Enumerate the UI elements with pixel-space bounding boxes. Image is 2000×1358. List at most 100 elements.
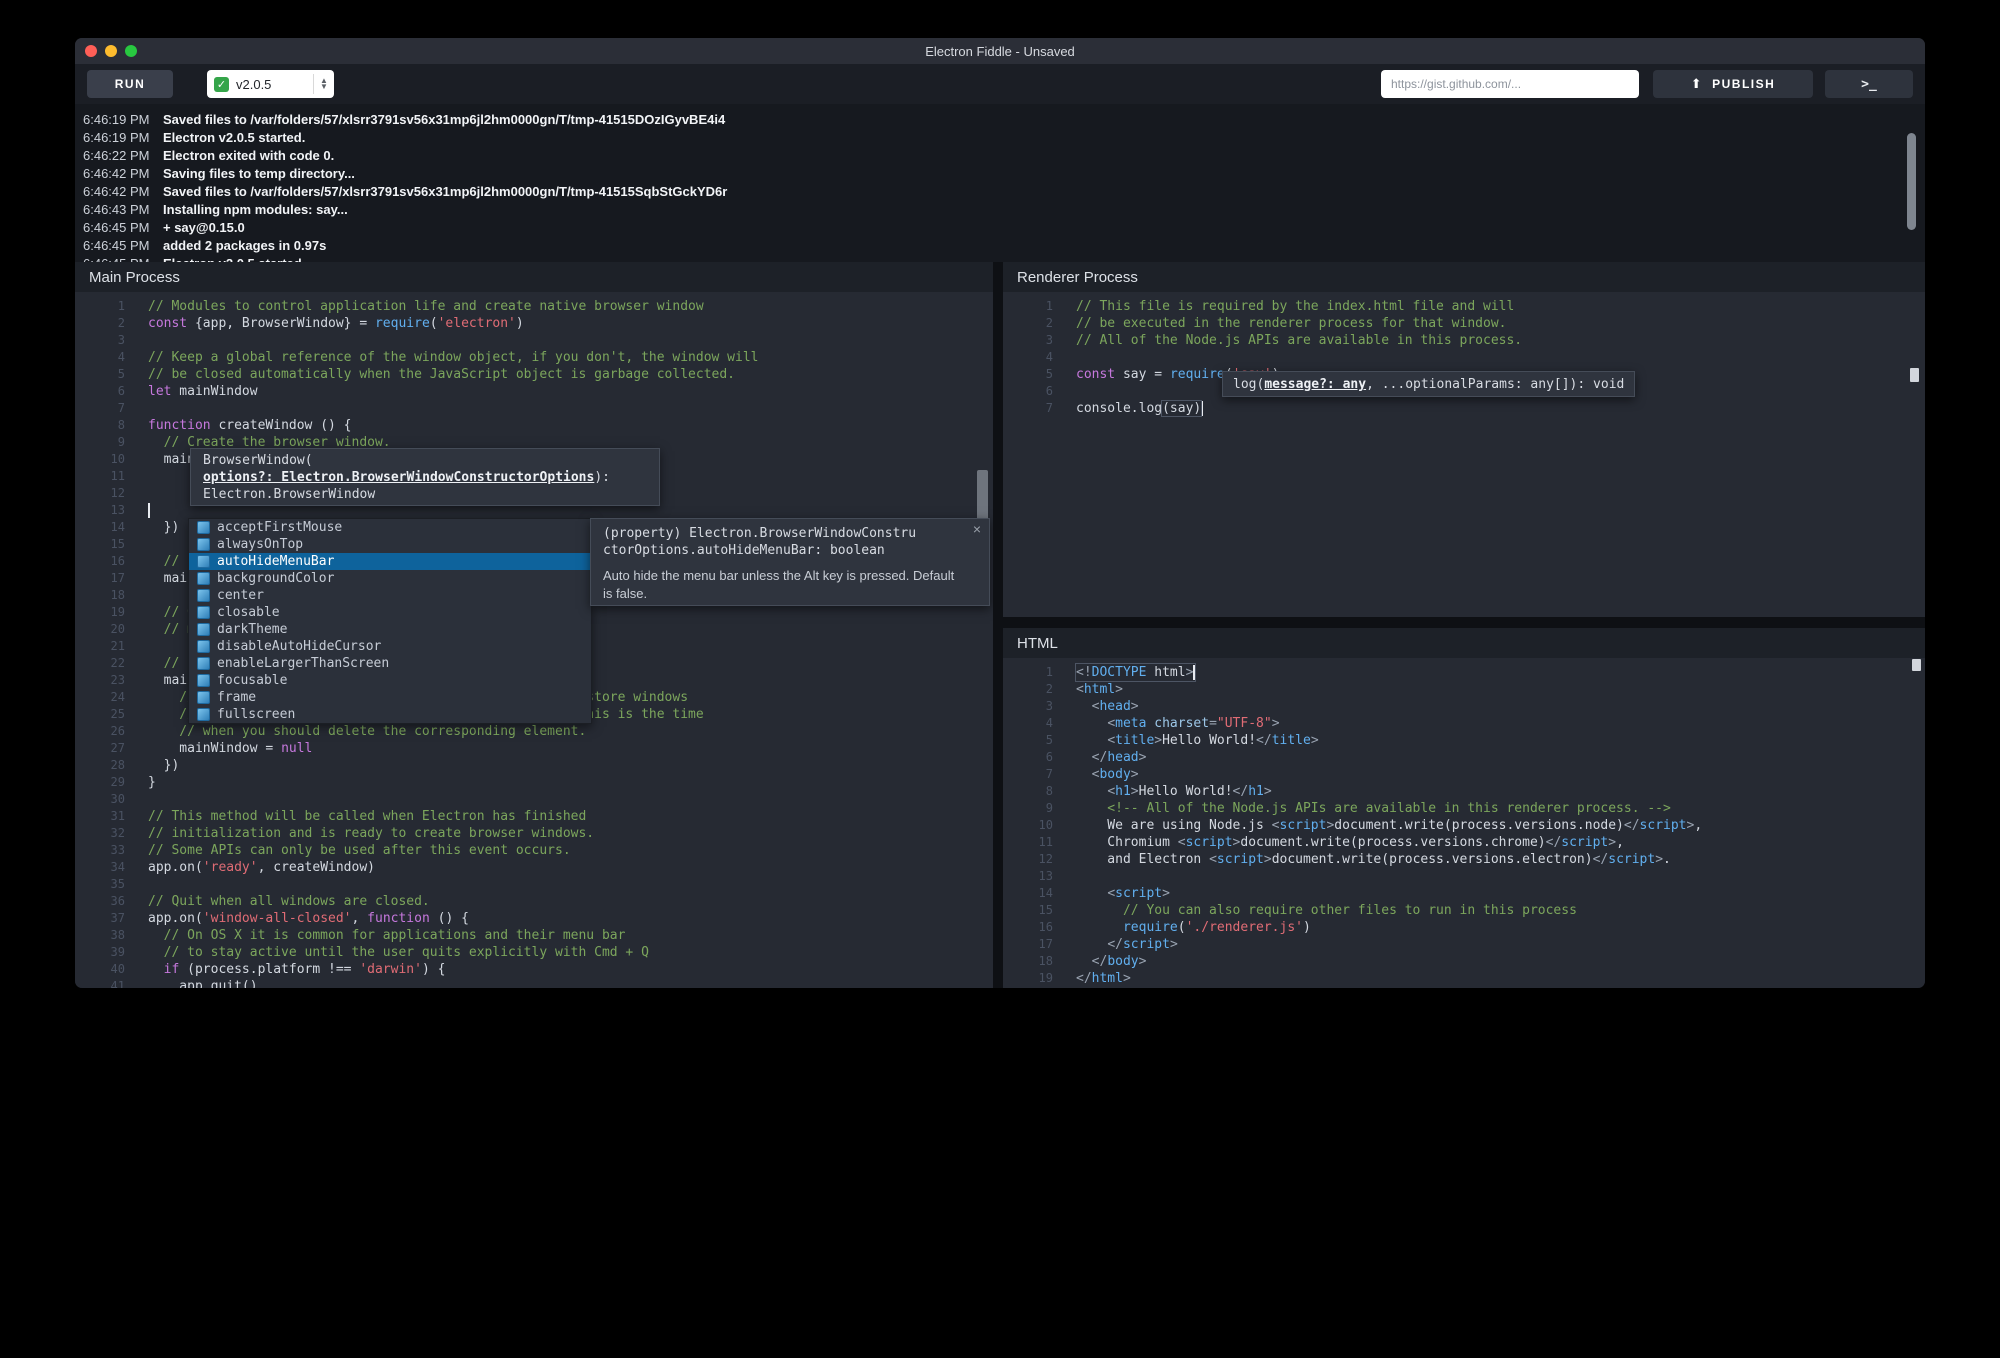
- close-window-button[interactable]: [85, 45, 97, 57]
- main-process-pane: Main Process 1// Modules to control appl…: [75, 262, 993, 988]
- traffic-lights: [85, 45, 137, 57]
- html-pane-title: HTML: [1017, 635, 1058, 652]
- suggest-item-label: alwaysOnTop: [217, 537, 303, 552]
- renderer-process-editor[interactable]: 1// This file is required by the index.h…: [1003, 292, 1925, 417]
- suggest-item[interactable]: autoHideMenuBar: [189, 553, 591, 570]
- suggest-item[interactable]: backgroundColor: [189, 570, 591, 587]
- line-number: 33: [75, 842, 125, 859]
- code-line: 14 <script>: [1003, 885, 1925, 902]
- line-number: 7: [1003, 400, 1053, 417]
- code-line: 1// Modules to control application life …: [75, 298, 993, 315]
- suggest-item[interactable]: closable: [189, 604, 591, 621]
- code-line: 3 <head>: [1003, 698, 1925, 715]
- version-select[interactable]: ✓ v2.0.5 ▲▼: [207, 70, 334, 98]
- line-number: 39: [75, 944, 125, 961]
- hover-suffix: , ...optionalParams: any[]): void: [1366, 377, 1624, 392]
- overview-ruler-marker: [1910, 368, 1919, 382]
- signature-line-1: BrowserWindow(: [203, 452, 659, 469]
- code-line: 40 if (process.platform !== 'darwin') {: [75, 961, 993, 978]
- suggest-item[interactable]: alwaysOnTop: [189, 536, 591, 553]
- version-label: v2.0.5: [229, 77, 313, 92]
- code-line: 11 Chromium <script>document.write(proce…: [1003, 834, 1925, 851]
- code-line: 10 We are using Node.js <script>document…: [1003, 817, 1925, 834]
- code-line: 16 require('./renderer.js'): [1003, 919, 1925, 936]
- line-number: 13: [75, 502, 125, 519]
- suggest-item[interactable]: focusable: [189, 672, 591, 689]
- property-icon: [197, 657, 210, 670]
- suggest-item-label: darkTheme: [217, 622, 287, 637]
- console-line: 6:46:42 PMSaving files to temp directory…: [83, 165, 1925, 183]
- suggest-item-label: fullscreen: [217, 707, 295, 722]
- signature-help-popup: BrowserWindow( options?: Electron.Browse…: [190, 448, 660, 506]
- line-number: 1: [1003, 298, 1053, 315]
- line-number: 18: [75, 587, 125, 604]
- console-timestamp: 6:46:19 PM: [83, 129, 163, 147]
- suggest-item-label: closable: [217, 605, 280, 620]
- editors-area: Main Process 1// Modules to control appl…: [75, 262, 1925, 988]
- line-number: 12: [1003, 851, 1053, 868]
- line-number: 32: [75, 825, 125, 842]
- code-line: 33// Some APIs can only be used after th…: [75, 842, 993, 859]
- suggest-item[interactable]: frame: [189, 689, 591, 706]
- code-line: 9 <!-- All of the Node.js APIs are avail…: [1003, 800, 1925, 817]
- autocomplete-doc-tooltip: (property) Electron.BrowserWindowConstru…: [590, 518, 990, 606]
- property-icon: [197, 538, 210, 551]
- doc-code-line-2: ctorOptions.autoHideMenuBar: boolean: [603, 542, 977, 559]
- signature-after-param: ):: [594, 470, 610, 485]
- close-icon[interactable]: ×: [973, 521, 981, 537]
- line-number: 7: [75, 400, 125, 417]
- console-message: Electron v2.0.5 started.: [163, 129, 305, 147]
- zoom-window-button[interactable]: [125, 45, 137, 57]
- gist-url-input[interactable]: [1381, 70, 1639, 98]
- autocomplete-list: acceptFirstMouse alwaysOnTopautoHideMenuB…: [188, 518, 592, 724]
- code-line: 1<!DOCTYPE html>: [1003, 664, 1925, 681]
- line-number: 12: [75, 485, 125, 502]
- line-number: 3: [75, 332, 125, 349]
- console-message: + say@0.15.0: [163, 219, 245, 237]
- suggest-item[interactable]: darkTheme: [189, 621, 591, 638]
- code-line: 37app.on('window-all-closed', function (…: [75, 910, 993, 927]
- html-editor[interactable]: 1<!DOCTYPE html>2<html>3 <head>4 <meta c…: [1003, 658, 1925, 987]
- suggest-item-label: focusable: [217, 673, 287, 688]
- suggest-item-label: disableAutoHideCursor: [217, 639, 381, 654]
- suggest-item[interactable]: fullscreen: [189, 706, 591, 723]
- code-line: 3: [75, 332, 993, 349]
- line-number: 3: [1003, 698, 1053, 715]
- code-line: 17 </script>: [1003, 936, 1925, 953]
- suggest-item-label: backgroundColor: [217, 571, 334, 586]
- suggest-item[interactable]: enableLargerThanScreen: [189, 655, 591, 672]
- code-line: 12 and Electron <script>document.write(p…: [1003, 851, 1925, 868]
- console-scrollbar[interactable]: [1907, 133, 1916, 230]
- upload-icon: ⬆: [1691, 76, 1703, 92]
- line-number: 4: [1003, 349, 1053, 366]
- code-line: 6let mainWindow: [75, 383, 993, 400]
- line-number: 2: [75, 315, 125, 332]
- console-line: 6:46:22 PMElectron exited with code 0.: [83, 147, 1925, 165]
- code-line: 41 app.quit(): [75, 978, 993, 988]
- window-title: Electron Fiddle - Unsaved: [925, 44, 1075, 59]
- code-line: 7console.log(say): [1003, 400, 1925, 417]
- line-number: 17: [1003, 936, 1053, 953]
- suggest-item[interactable]: acceptFirstMouse: [189, 519, 591, 536]
- publish-button[interactable]: ⬆ PUBLISH: [1653, 70, 1813, 98]
- html-pane-header: HTML: [1003, 628, 1925, 658]
- code-line: 31// This method will be called when Ele…: [75, 808, 993, 825]
- code-line: 32// initialization and is ready to crea…: [75, 825, 993, 842]
- console-timestamp: 6:46:45 PM: [83, 237, 163, 255]
- console-line: 6:46:19 PMElectron v2.0.5 started.: [83, 129, 1925, 147]
- minimize-window-button[interactable]: [105, 45, 117, 57]
- code-line: 6 </head>: [1003, 749, 1925, 766]
- text-cursor: [1193, 665, 1195, 680]
- suggest-item-label: acceptFirstMouse: [217, 520, 342, 535]
- doc-code-line-1: (property) Electron.BrowserWindowConstru: [603, 525, 977, 542]
- suggest-item[interactable]: disableAutoHideCursor: [189, 638, 591, 655]
- code-line: 18 </body>: [1003, 953, 1925, 970]
- code-line: 29}: [75, 774, 993, 791]
- console-timestamp: 6:46:43 PM: [83, 201, 163, 219]
- console-toggle-button[interactable]: >_: [1825, 70, 1913, 98]
- console-message: Installing npm modules: say...: [163, 201, 348, 219]
- run-button[interactable]: RUN: [87, 70, 173, 98]
- checkbox-icon: ✓: [214, 77, 229, 92]
- suggest-item[interactable]: center: [189, 587, 591, 604]
- line-number: 15: [1003, 902, 1053, 919]
